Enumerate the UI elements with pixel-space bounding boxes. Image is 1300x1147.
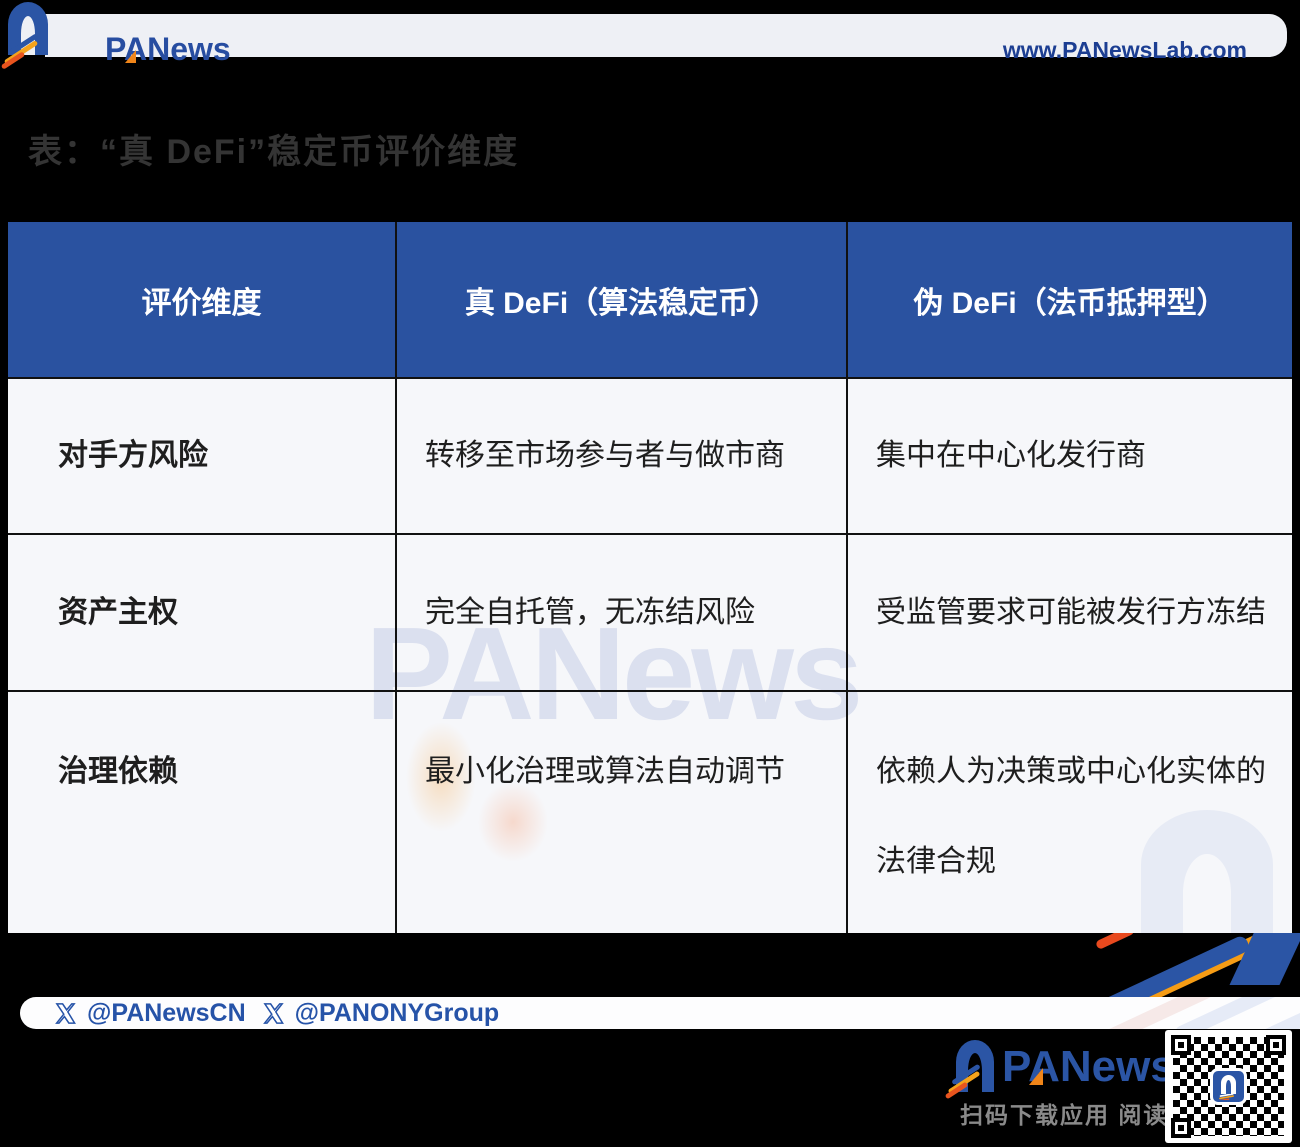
footer-brand-logotype: PANews — [1002, 1044, 1175, 1090]
handle-label: @PANewsCN — [87, 999, 246, 1028]
row-governance-true: 最小化治理或算法自动调节 — [397, 692, 848, 933]
panews-magnet-icon — [1221, 1075, 1236, 1094]
panews-infographic: PANews www.PANewsLab.com 表：“真 DeFi”稳定币评价… — [0, 0, 1300, 1147]
handle-panewscn[interactable]: @PANewsCN — [54, 999, 246, 1028]
brand-logotype: PANews — [105, 31, 231, 67]
decorative-stripes — [1095, 933, 1300, 997]
qr-finder — [1171, 1118, 1191, 1138]
x-twitter-icon — [54, 1002, 77, 1025]
logo-stripes — [1218, 1094, 1238, 1100]
row-counterparty-risk-label: 对手方风险 — [8, 379, 397, 535]
qr-code — [1165, 1030, 1292, 1143]
row-governance-pseudo: 依赖人为决策或中心化实体的法律合规 — [848, 692, 1292, 933]
row-asset-sovereignty-pseudo: 受监管要求可能被发行方冻结 — [848, 535, 1292, 692]
page-title: 表：“真 DeFi”稳定币评价维度 — [28, 124, 519, 173]
row-governance-label: 治理依赖 — [8, 692, 397, 933]
row-asset-sovereignty-label: 资产主权 — [8, 535, 397, 692]
qr-finder — [1266, 1035, 1286, 1055]
stripe-red — [1095, 933, 1135, 950]
x-twitter-icon — [262, 1002, 285, 1025]
top-bar: PANews www.PANewsLab.com — [45, 14, 1287, 57]
row-counterparty-risk-true: 转移至市场参与者与做市商 — [397, 379, 848, 535]
handle-label: @PANONYGroup — [295, 999, 499, 1028]
handle-panonygroup[interactable]: @PANONYGroup — [262, 999, 499, 1028]
website-link[interactable]: www.PANewsLab.com — [1003, 37, 1247, 64]
column-header-dimension: 评价维度 — [8, 222, 397, 379]
qr-finder — [1171, 1035, 1191, 1055]
row-counterparty-risk-pseudo: 集中在中心化发行商 — [848, 379, 1292, 535]
qr-center-logo — [1210, 1068, 1247, 1105]
row-asset-sovereignty-true: 完全自托管，无冻结风险 — [397, 535, 848, 692]
comparison-table: PANews 评价维度 真 DeFi（算法稳定币） 伪 DeFi（法币抵押型） … — [8, 222, 1292, 933]
social-handle-bar: @PANewsCN @PANONYGroup — [20, 997, 1300, 1029]
column-header-pseudo-defi: 伪 DeFi（法币抵押型） — [848, 222, 1292, 379]
column-header-true-defi: 真 DeFi（算法稳定币） — [397, 222, 848, 379]
table-grid: 评价维度 真 DeFi（算法稳定币） 伪 DeFi（法币抵押型） 对手方风险 转… — [8, 222, 1292, 933]
